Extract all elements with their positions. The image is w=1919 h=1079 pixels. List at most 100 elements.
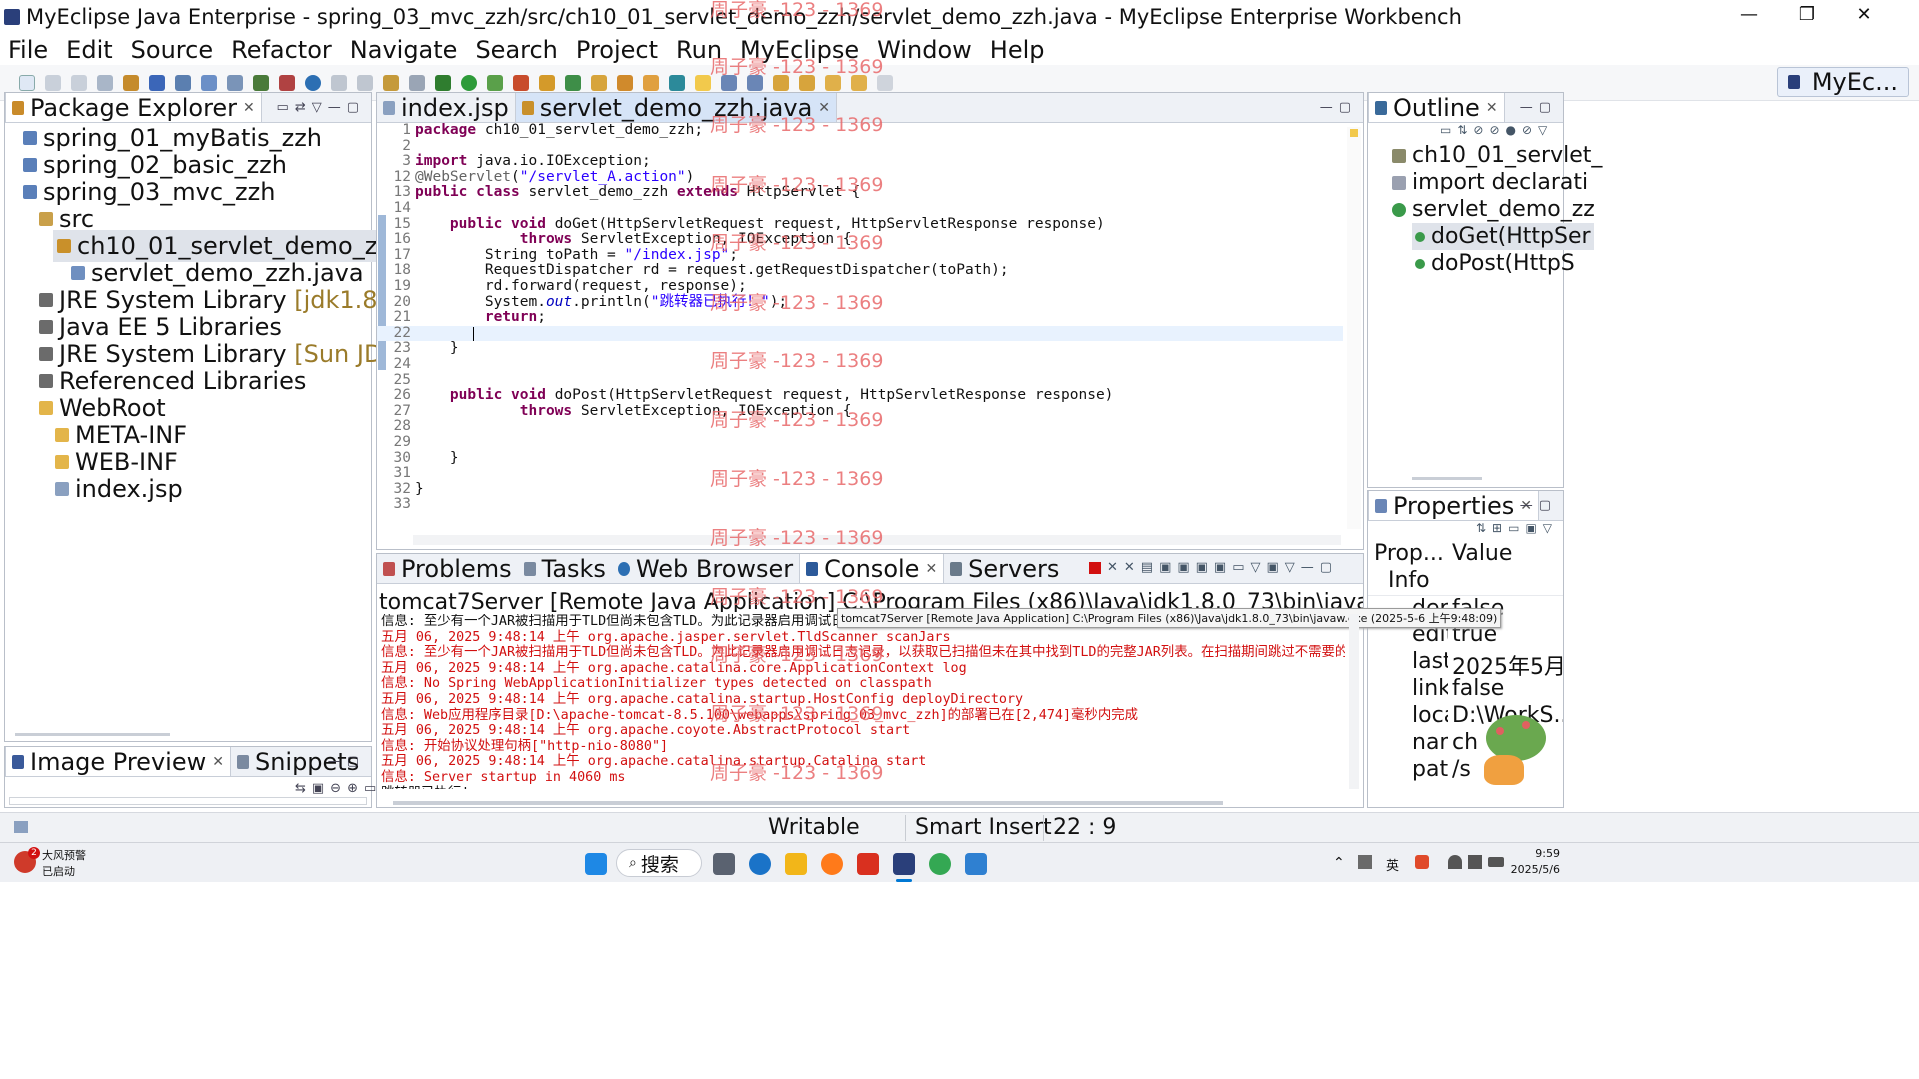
refresh-icon[interactable] xyxy=(565,74,581,91)
pencil-icon[interactable] xyxy=(617,74,633,91)
chevron-up-icon[interactable]: ⌃ xyxy=(1333,855,1345,871)
properties-toolbar[interactable]: ⇅⊞▭▣▽ xyxy=(1476,521,1558,535)
property-row[interactable]: last r2025年5月... xyxy=(1368,649,1563,676)
tab-package-explorer[interactable]: Package Explorer ✕ xyxy=(5,93,262,122)
code-line[interactable]: 33 xyxy=(377,497,1343,513)
tree-item-folder[interactable]: WEB-INF xyxy=(55,448,178,476)
close-icon[interactable]: ✕ xyxy=(1486,100,1498,116)
globe-icon[interactable] xyxy=(305,74,321,91)
stop-server-icon[interactable] xyxy=(513,74,529,91)
run-server-icon[interactable] xyxy=(487,74,503,91)
ime-indicator[interactable]: 英 xyxy=(1386,855,1399,874)
outline-item-method[interactable]: doGet(HttpSer xyxy=(1412,223,1594,250)
menu-file[interactable]: File xyxy=(8,36,48,64)
outline-item-package[interactable]: ch10_01_servlet_ xyxy=(1392,143,1602,168)
perspective-switcher[interactable]: MyEc... xyxy=(1776,67,1909,97)
column-header-property[interactable]: Prop... xyxy=(1374,541,1444,566)
property-row[interactable]: linkefalse xyxy=(1368,676,1563,703)
sogou-icon[interactable] xyxy=(1415,855,1429,869)
column-header-value[interactable]: Value xyxy=(1452,541,1512,566)
outline-toolbar[interactable]: ▭⇅⊘⊘●⊘▽ xyxy=(1440,123,1553,137)
tab-web-browser[interactable]: Web Browser xyxy=(612,554,799,583)
start-icon[interactable] xyxy=(585,853,607,875)
tree-item-library[interactable]: Java EE 5 Libraries xyxy=(39,313,282,341)
menu-source[interactable]: Source xyxy=(131,36,213,64)
code-line[interactable]: 18 RequestDispatcher rd = request.getReq… xyxy=(377,263,1343,279)
new-class-icon[interactable] xyxy=(253,74,269,91)
section-info[interactable]: Info xyxy=(1388,568,1430,593)
view-controls[interactable]: —▢ xyxy=(1520,498,1557,513)
overview-ruler[interactable] xyxy=(1347,127,1361,529)
view-controls[interactable]: ▭⇄▽—▢ xyxy=(277,100,365,115)
code-line[interactable]: 3 import java.io.IOException; xyxy=(377,153,1343,170)
wifi-icon[interactable] xyxy=(1448,855,1462,869)
horizontal-scrollbar[interactable] xyxy=(15,733,170,736)
tree-item-library[interactable]: Referenced Libraries xyxy=(39,367,306,395)
menu-navigate[interactable]: Navigate xyxy=(350,36,458,64)
myeclipse-taskbar-icon[interactable] xyxy=(893,853,915,875)
taskbar-search[interactable]: ⌕ 搜索 xyxy=(616,849,702,877)
tab-servers[interactable]: Servers xyxy=(944,554,1065,583)
terminate-icon[interactable] xyxy=(1089,562,1101,574)
print-icon[interactable] xyxy=(97,74,113,91)
code-line[interactable]: 25 xyxy=(377,372,1343,389)
tab-image-preview[interactable]: Image Preview ✕ xyxy=(5,747,231,776)
camera-icon[interactable] xyxy=(409,74,425,91)
chrome-icon[interactable] xyxy=(929,853,951,875)
open-folder-icon[interactable] xyxy=(591,74,607,91)
save-all-icon[interactable] xyxy=(71,74,87,91)
tree-item-jsp-file[interactable]: index.jsp xyxy=(55,475,183,503)
close-icon[interactable]: ✕ xyxy=(212,754,224,770)
console-toolbar[interactable]: ✕✕▤▣▣▣▣▭▽▣▽—▢ xyxy=(1107,560,1338,575)
markers-icon[interactable] xyxy=(669,74,685,91)
tab-tasks[interactable]: Tasks xyxy=(518,554,612,583)
tree-item-java-file[interactable]: servlet_demo_zzh.java xyxy=(71,259,364,287)
tree-item-project[interactable]: spring_01_myBatis_zzh xyxy=(23,124,322,152)
save-icon[interactable] xyxy=(45,74,61,91)
tab-outline[interactable]: Outline ✕ xyxy=(1368,93,1505,122)
tree-item-project[interactable]: spring_02_basic_zzh xyxy=(23,151,287,179)
code-line[interactable]: 2 xyxy=(377,138,1343,155)
server-icon[interactable] xyxy=(149,74,165,91)
menu-window[interactable]: Window xyxy=(877,36,972,64)
menu-edit[interactable]: Edit xyxy=(66,36,112,64)
code-line[interactable]: 22 xyxy=(377,325,1343,342)
clock-time[interactable]: 9:59 xyxy=(1530,847,1560,860)
tab-properties[interactable]: Properties ✕ xyxy=(1368,491,1540,520)
horizontal-scrollbar[interactable] xyxy=(1412,477,1482,480)
debug-icon[interactable] xyxy=(435,74,451,91)
code-line[interactable]: 29 xyxy=(377,434,1343,451)
tab-console[interactable]: Console ✕ xyxy=(799,554,945,583)
tab-problems[interactable]: Problems xyxy=(377,554,518,583)
search-icon[interactable] xyxy=(227,74,243,91)
tree-item-project[interactable]: spring_03_mvc_zzh xyxy=(23,178,275,206)
clock-date[interactable]: 2025/5/6 xyxy=(1510,863,1560,876)
tree-item-src[interactable]: src xyxy=(39,205,94,233)
tree-item-folder[interactable]: META-INF xyxy=(55,421,187,449)
task-icon[interactable] xyxy=(643,74,659,91)
file-explorer-icon[interactable] xyxy=(785,853,807,875)
tree-item-folder[interactable]: WebRoot xyxy=(39,394,166,422)
firefox-icon[interactable] xyxy=(821,853,843,875)
menu-help[interactable]: Help xyxy=(990,36,1045,64)
tree-item-package[interactable]: ch10_01_servlet_demo_zzh xyxy=(53,230,410,262)
close-icon[interactable]: ✕ xyxy=(243,100,255,116)
new-package-icon[interactable] xyxy=(279,74,295,91)
battery-icon[interactable] xyxy=(1488,857,1504,867)
deploy-icon[interactable] xyxy=(123,74,139,91)
profile-icon[interactable] xyxy=(357,74,373,91)
external-tools-icon[interactable] xyxy=(539,74,555,91)
edge-icon[interactable] xyxy=(749,853,771,875)
browser-icon[interactable] xyxy=(175,74,191,91)
network-off-icon[interactable] xyxy=(1358,855,1372,869)
outline-item-method[interactable]: doPost(HttpS xyxy=(1415,251,1575,276)
restore-button[interactable]: ❐ xyxy=(1783,0,1831,34)
wps-icon[interactable] xyxy=(857,853,879,875)
code-line[interactable]: 26 public void doPost(HttpServletRequest… xyxy=(377,387,1343,404)
tab-index-jsp[interactable]: index.jsp xyxy=(377,93,515,122)
minimize-button[interactable]: — xyxy=(1725,0,1773,34)
ant-icon[interactable] xyxy=(331,74,347,91)
horizontal-scrollbar[interactable] xyxy=(393,801,1223,805)
image-icon[interactable] xyxy=(383,74,399,91)
view-controls[interactable]: —▢ xyxy=(1520,100,1557,115)
